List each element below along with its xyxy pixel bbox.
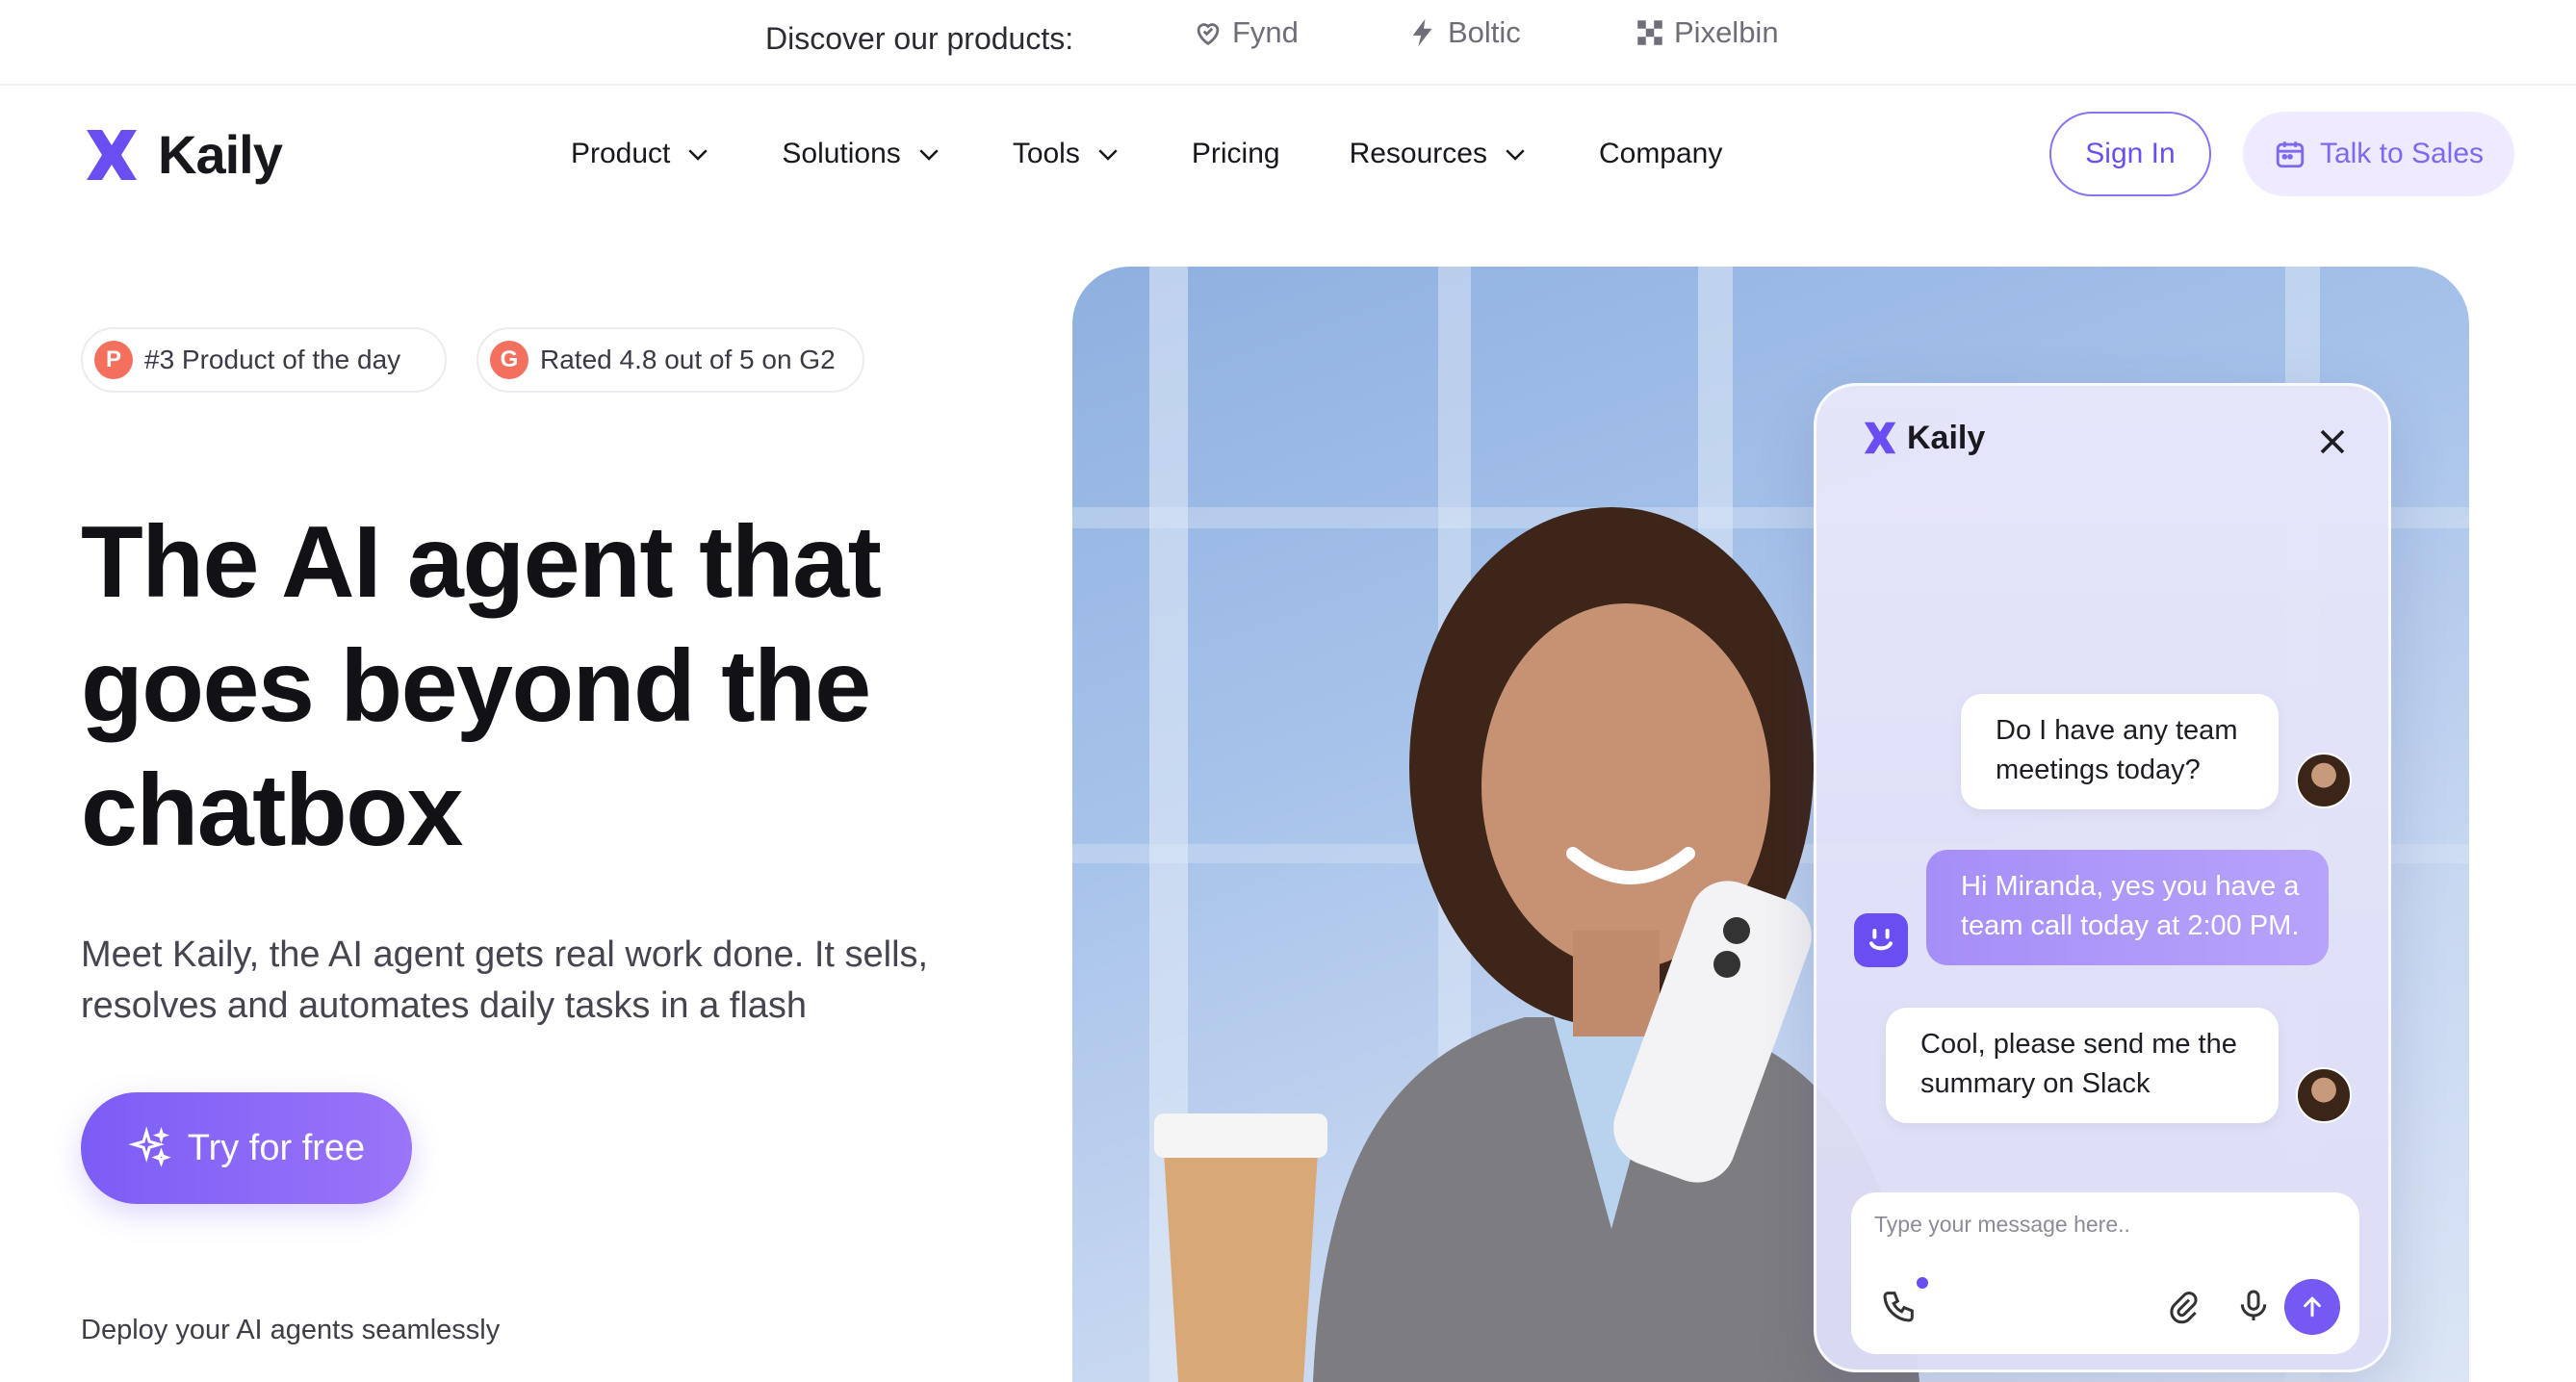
calendar-icon — [2276, 141, 2305, 168]
nav-item-solutions[interactable]: Solutions — [782, 138, 942, 170]
nav-label: Tools — [1012, 138, 1080, 169]
product-hunt-badge[interactable]: P #3 Product of the day — [81, 327, 447, 393]
chevron-down-icon — [919, 149, 939, 161]
hero-subtitle: Meet Kaily, the AI agent gets real work … — [81, 930, 947, 1032]
try-for-free-label: Try for free — [187, 1127, 366, 1168]
main-nav: Product Solutions Tools Pricing Resource… — [571, 133, 1791, 175]
fynd-heart-icon — [1197, 23, 1220, 46]
chevron-down-icon — [1506, 149, 1525, 161]
arrow-up-icon — [2304, 1296, 2321, 1318]
smile-icon — [1869, 929, 1893, 951]
products-strip: Discover our products: Fynd Boltic Pixel… — [0, 0, 2576, 86]
kaily-logo-icon — [1864, 422, 1896, 454]
kaily-logo-icon — [87, 129, 137, 180]
status-dot — [1917, 1277, 1928, 1289]
product-label: Boltic — [1448, 15, 1521, 49]
nav-label: Solutions — [782, 138, 901, 169]
hero-title-line: chatbox — [81, 754, 463, 867]
hero-title-line: The AI agent that — [81, 505, 882, 619]
message-input-placeholder[interactable]: Type your message here.. — [1874, 1212, 2130, 1238]
product-link-boltic[interactable]: Boltic — [1407, 15, 1521, 50]
kaily-logo[interactable]: Kaily — [81, 123, 283, 186]
talk-to-sales-button[interactable]: Talk to Sales — [2243, 112, 2514, 196]
brand-name: Kaily — [158, 124, 283, 185]
hero-title-line: goes beyond the — [81, 629, 871, 743]
attachment-icon[interactable] — [2165, 1289, 2203, 1327]
chat-brand: Kaily — [1907, 419, 1986, 456]
nav-label: Resources — [1349, 138, 1487, 169]
product-label: Pixelbin — [1674, 15, 1779, 49]
bot-avatar — [1854, 913, 1908, 967]
product-link-pixelbin[interactable]: Pixelbin — [1634, 15, 1779, 50]
chevron-down-icon — [688, 149, 708, 161]
talk-to-sales-label: Talk to Sales — [2319, 138, 2485, 169]
boltic-bolt-icon — [1412, 18, 1432, 47]
deploy-caption: Deploy your AI agents seamlessly — [81, 1315, 501, 1345]
nav-item-resources[interactable]: Resources — [1350, 138, 1530, 170]
sign-in-button[interactable]: Sign In — [2049, 112, 2211, 196]
chat-widget: Kaily Do I have any team meetings today?… — [1814, 383, 2391, 1372]
hero-subtitle-line: Meet Kaily, the AI agent gets real work … — [81, 934, 929, 975]
badge-label: Rated 4.8 out of 5 on G2 — [540, 345, 836, 374]
pixelbin-icon — [1637, 20, 1662, 45]
message-composer[interactable]: Type your message here.. — [1851, 1192, 2359, 1354]
chat-header: Kaily — [1861, 419, 1985, 457]
nav-label: Pricing — [1191, 138, 1280, 169]
nav-label: Product — [571, 138, 671, 169]
nav-item-tools[interactable]: Tools — [1013, 138, 1122, 170]
chat-message-user: Do I have any team meetings today? — [1961, 694, 2279, 809]
nav-item-pricing[interactable]: Pricing — [1192, 138, 1280, 170]
nav-item-product[interactable]: Product — [571, 138, 712, 170]
user-avatar — [2296, 753, 2352, 808]
hero-subtitle-line: resolves and automates daily tasks in a … — [81, 985, 808, 1026]
product-hunt-icon: P — [94, 341, 133, 379]
close-icon[interactable] — [2311, 421, 2354, 463]
chat-message-bot: Hi Miranda, yes you have a team call tod… — [1926, 850, 2329, 965]
phone-call-icon[interactable] — [1880, 1287, 1919, 1325]
user-avatar — [2296, 1067, 2352, 1123]
send-button[interactable] — [2284, 1279, 2340, 1335]
nav-label: Company — [1598, 138, 1723, 169]
discover-label: Discover our products: — [765, 21, 1074, 56]
try-for-free-button[interactable]: Try for free — [81, 1092, 412, 1204]
g2-icon: G — [490, 341, 528, 379]
nav-item-company[interactable]: Company — [1599, 138, 1722, 170]
g2-rating-badge[interactable]: G Rated 4.8 out of 5 on G2 — [477, 327, 864, 393]
microphone-icon[interactable] — [2234, 1287, 2273, 1325]
chevron-down-icon — [1098, 149, 1118, 161]
hero-title: The AI agent that goes beyond the chatbo… — [81, 500, 1043, 873]
badge-label: #3 Product of the day — [144, 345, 401, 374]
product-link-fynd[interactable]: Fynd — [1192, 15, 1299, 50]
product-label: Fynd — [1232, 15, 1299, 49]
sparkle-icon — [128, 1126, 171, 1167]
chat-message-user: Cool, please send me the summary on Slac… — [1886, 1008, 2279, 1123]
